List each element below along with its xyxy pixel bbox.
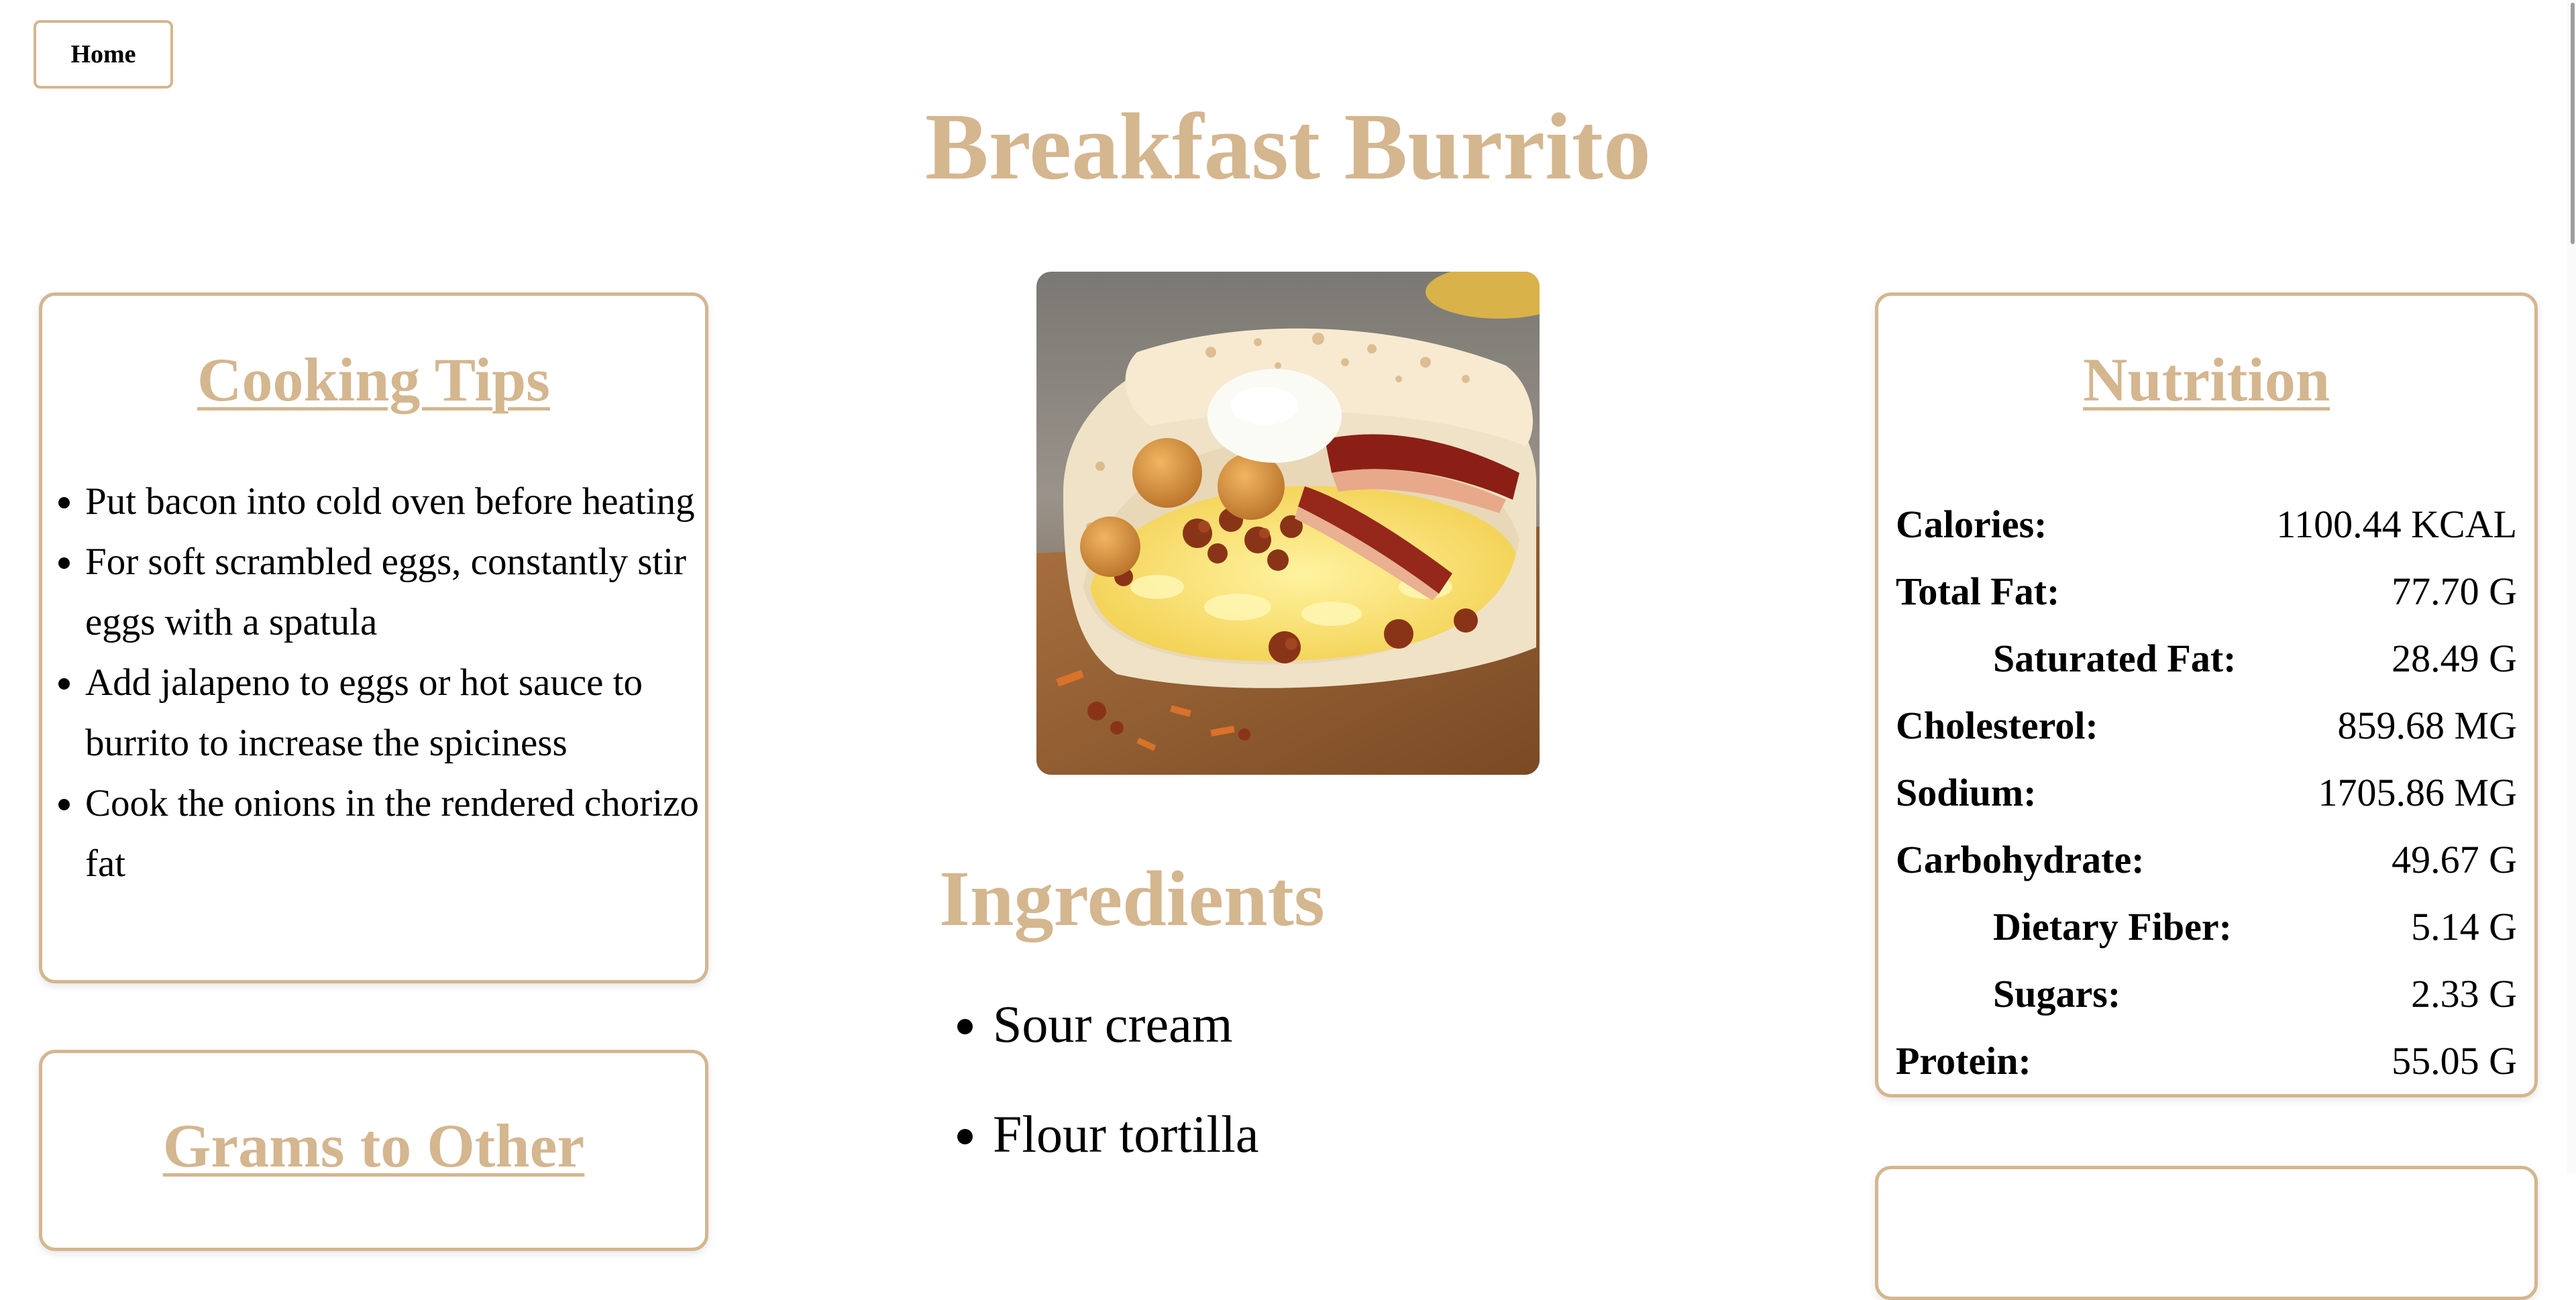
nutrition-row-cholesterol: Cholesterol: 859.68 MG bbox=[1896, 692, 2517, 759]
ingredients-heading: Ingredients bbox=[939, 855, 1325, 942]
nutrition-heading[interactable]: Nutrition bbox=[1878, 344, 2534, 415]
nutrition-label: Calories: bbox=[1896, 502, 2047, 546]
nutrition-row-dietary-fiber: Dietary Fiber: 5.14 G bbox=[1896, 893, 2517, 960]
nutrition-value: 55.05 G bbox=[2392, 1038, 2517, 1083]
list-item: Cook the onions in the rendered chorizo … bbox=[85, 773, 705, 894]
cooking-tips-card: Cooking Tips Put bacon into cold oven be… bbox=[39, 292, 708, 983]
nutrition-label: Protein: bbox=[1896, 1038, 2031, 1083]
list-item: Put bacon into cold oven before heating bbox=[85, 472, 705, 532]
nutrition-label: Cholesterol: bbox=[1896, 703, 2098, 747]
secondary-info-card bbox=[1875, 1166, 2538, 1300]
nutrition-value: 2.33 G bbox=[2411, 971, 2517, 1016]
nutrition-card: Nutrition Calories: 1100.44 KCAL Total F… bbox=[1875, 292, 2538, 1097]
list-item: Sour cream bbox=[993, 983, 1258, 1093]
nutrition-value: 49.67 G bbox=[2392, 837, 2517, 881]
grams-conversion-heading[interactable]: Grams to Other bbox=[42, 1110, 705, 1181]
nutrition-row-protein: Protein: 55.05 G bbox=[1896, 1027, 2517, 1094]
nutrition-row-sugars: Sugars: 2.33 G bbox=[1896, 960, 2517, 1027]
page-scrollbar[interactable] bbox=[2567, 0, 2576, 1174]
ingredients-list: Sour cream Flour tortilla bbox=[939, 983, 1258, 1203]
nutrition-row-sodium: Sodium: 1705.86 MG bbox=[1896, 759, 2517, 826]
nutrition-label: Carbohydrate: bbox=[1896, 837, 2145, 881]
cooking-tips-heading[interactable]: Cooking Tips bbox=[42, 344, 705, 415]
grams-conversion-card: Grams to Other bbox=[39, 1050, 708, 1251]
page-title: Breakfast Burrito bbox=[925, 93, 1651, 199]
nutrition-value: 859.68 MG bbox=[2337, 703, 2517, 747]
nutrition-value: 28.49 G bbox=[2392, 636, 2517, 680]
nutrition-row-total-fat: Total Fat: 77.70 G bbox=[1896, 557, 2517, 625]
scrollbar-thumb[interactable] bbox=[2571, 3, 2575, 244]
nutrition-value: 1100.44 KCAL bbox=[2276, 502, 2517, 546]
nutrition-row-saturated-fat: Saturated Fat: 28.49 G bbox=[1896, 625, 2517, 692]
nutrition-label: Dietary Fiber: bbox=[1993, 904, 2232, 949]
nutrition-label: Sugars: bbox=[1993, 971, 2121, 1016]
home-button[interactable]: Home bbox=[34, 20, 173, 89]
list-item: Add jalapeno to eggs or hot sauce to bur… bbox=[85, 653, 705, 773]
list-item: Flour tortilla bbox=[993, 1093, 1258, 1203]
nutrition-label: Sodium: bbox=[1896, 770, 2037, 814]
nutrition-label: Saturated Fat: bbox=[1993, 636, 2237, 680]
nutrition-label: Total Fat: bbox=[1896, 569, 2060, 613]
recipe-image bbox=[1036, 272, 1540, 775]
list-item: For soft scrambled eggs, constantly stir… bbox=[85, 532, 705, 653]
cooking-tips-list: Put bacon into cold oven before heating … bbox=[42, 472, 705, 894]
nutrition-value: 77.70 G bbox=[2392, 569, 2517, 613]
nutrition-row-carbohydrate: Carbohydrate: 49.67 G bbox=[1896, 826, 2517, 893]
nutrition-row-calories: Calories: 1100.44 KCAL bbox=[1896, 490, 2517, 557]
nutrition-value: 5.14 G bbox=[2411, 904, 2517, 949]
nutrition-value: 1705.86 MG bbox=[2318, 770, 2517, 814]
nutrition-table: Calories: 1100.44 KCAL Total Fat: 77.70 … bbox=[1896, 490, 2517, 1094]
